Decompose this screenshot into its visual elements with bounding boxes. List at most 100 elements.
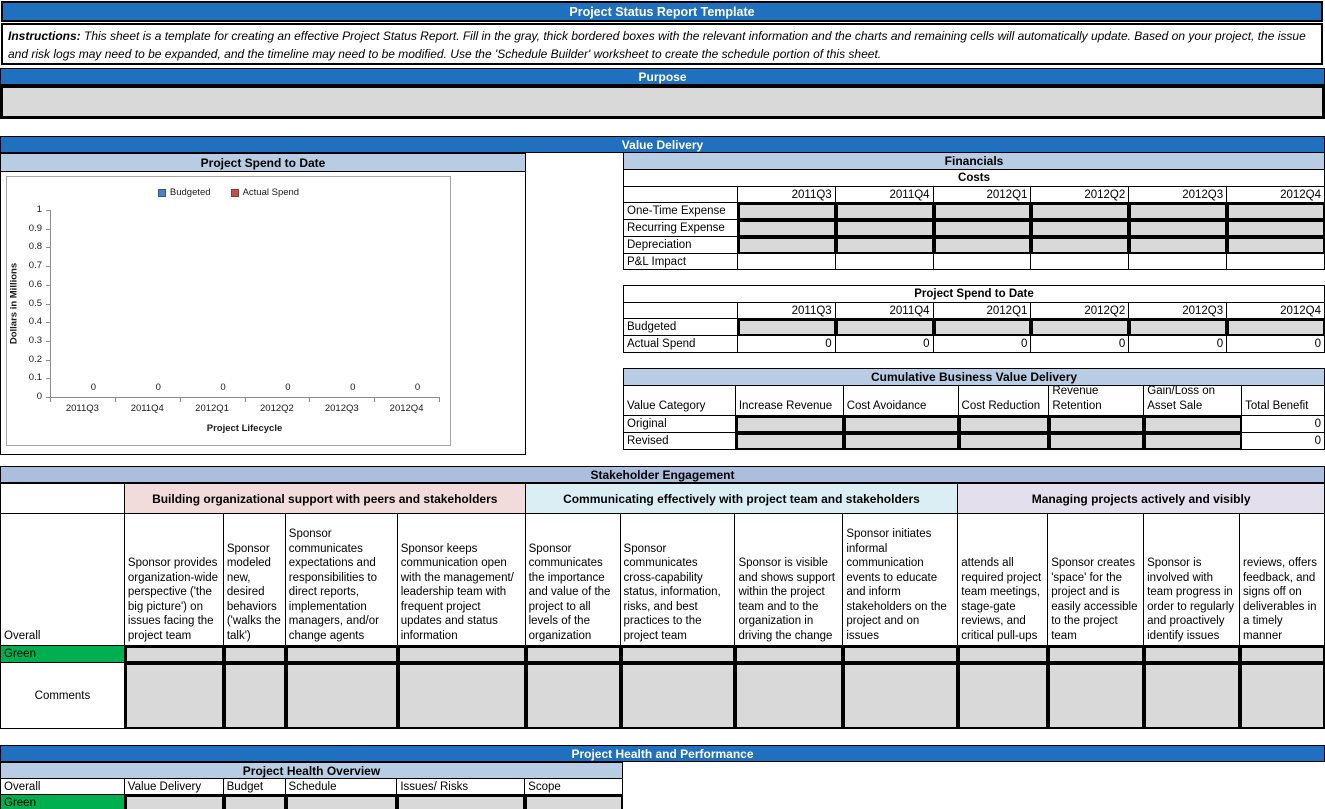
input-cell[interactable] [738, 319, 836, 336]
input-cell[interactable] [1129, 319, 1227, 336]
quarter-header-cell: 2011Q4 [836, 303, 934, 319]
input-cell[interactable] [1227, 203, 1325, 220]
input-cell[interactable] [1144, 646, 1240, 663]
spend-to-date-table: Project Spend to Date 2011Q3 2011Q4 2012… [623, 285, 1325, 353]
comment-input-cell[interactable] [1240, 663, 1325, 729]
input-cell[interactable] [959, 416, 1050, 433]
input-cell[interactable] [1129, 220, 1227, 237]
purpose-header: Purpose [0, 68, 1325, 85]
input-cell[interactable] [1049, 433, 1144, 450]
comment-input-cell[interactable] [1144, 663, 1240, 729]
input-cell[interactable] [836, 237, 934, 254]
value-cell: 0 [934, 336, 1032, 353]
input-cell[interactable] [836, 203, 934, 220]
status-badge[interactable]: Green [1, 795, 125, 809]
input-cell[interactable] [738, 237, 836, 254]
input-cell[interactable] [843, 646, 958, 663]
input-cell[interactable] [1031, 203, 1129, 220]
input-cell[interactable] [934, 220, 1032, 237]
behavior-description: Sponsor initiates informal communication… [843, 514, 958, 646]
stakeholder-table: Building organizational support with pee… [0, 483, 1325, 729]
cumulative-header: Cumulative Business Value Delivery [624, 369, 1325, 386]
input-cell[interactable] [836, 319, 934, 336]
input-cell[interactable] [1129, 203, 1227, 220]
input-cell[interactable] [125, 646, 224, 663]
column-header: Budget [224, 779, 286, 795]
corner-cell [1, 484, 125, 514]
value-cell: 0 [836, 336, 934, 353]
input-cell[interactable] [1049, 416, 1144, 433]
comment-input-cell[interactable] [526, 663, 621, 729]
behavior-description: Sponsor modeled new, desired behaviors (… [224, 514, 286, 646]
computed-cell [1031, 254, 1129, 270]
table-row: Revised 0 [624, 433, 1325, 450]
input-cell[interactable] [738, 203, 836, 220]
comment-input-cell[interactable] [621, 663, 736, 729]
input-cell[interactable] [1129, 237, 1227, 254]
y-tick-mark [46, 304, 50, 305]
input-cell[interactable] [1227, 237, 1325, 254]
input-cell[interactable] [934, 237, 1032, 254]
input-cell[interactable] [621, 646, 736, 663]
behavior-description: Sponsor creates 'space' for the project … [1048, 514, 1144, 646]
input-cell[interactable] [224, 795, 286, 809]
input-cell[interactable] [959, 433, 1050, 450]
input-cell[interactable] [286, 646, 398, 663]
input-cell[interactable] [1048, 646, 1144, 663]
input-cell[interactable] [1227, 319, 1325, 336]
quarter-header-cell: 2011Q4 [836, 187, 934, 203]
input-cell[interactable] [286, 795, 398, 809]
input-cell[interactable] [1227, 220, 1325, 237]
comment-input-cell[interactable] [958, 663, 1048, 729]
input-cell[interactable] [1031, 319, 1129, 336]
comment-input-cell[interactable] [843, 663, 958, 729]
input-cell[interactable] [958, 646, 1048, 663]
y-tick-label: 0.8 [14, 241, 42, 252]
row-label: Original [624, 416, 736, 433]
input-cell[interactable] [525, 795, 623, 809]
project-health-header: Project Health and Performance [0, 745, 1325, 762]
cumulative-value-table: Cumulative Business Value Delivery Value… [623, 368, 1325, 450]
input-cell[interactable] [736, 433, 844, 450]
input-cell[interactable] [1240, 646, 1325, 663]
input-cell[interactable] [397, 795, 525, 809]
x-category-label: 2012Q3 [310, 403, 374, 414]
input-cell[interactable] [1031, 220, 1129, 237]
comment-input-cell[interactable] [125, 663, 224, 729]
x-axis-title: Project Lifecycle [185, 423, 305, 434]
input-cell[interactable] [736, 416, 844, 433]
legend-budgeted-label: Budgeted [170, 187, 211, 198]
behavior-description: attends all required project team meetin… [958, 514, 1048, 646]
behavior-description: Sponsor provides organization-wide persp… [125, 514, 224, 646]
y-tick-label: 0 [14, 391, 42, 402]
input-cell[interactable] [735, 646, 843, 663]
input-cell[interactable] [836, 220, 934, 237]
input-cell[interactable] [1144, 433, 1242, 450]
input-cell[interactable] [738, 220, 836, 237]
budgeted-swatch-icon [158, 189, 166, 197]
computed-cell [738, 254, 836, 270]
input-cell[interactable] [844, 416, 959, 433]
input-cell[interactable] [844, 433, 959, 450]
input-cell[interactable] [934, 203, 1032, 220]
input-cell[interactable] [1144, 416, 1242, 433]
comment-input-cell[interactable] [224, 663, 286, 729]
input-cell[interactable] [224, 646, 286, 663]
input-cell[interactable] [934, 319, 1032, 336]
instructions-text: This sheet is a template for creating an… [8, 29, 1306, 61]
input-cell[interactable] [526, 646, 621, 663]
actual-spend-swatch-icon [231, 189, 239, 197]
comment-input-cell[interactable] [735, 663, 843, 729]
comment-input-cell[interactable] [398, 663, 526, 729]
y-tick-label: 0.2 [14, 354, 42, 365]
comment-input-cell[interactable] [286, 663, 398, 729]
bar-data-label: 0 [83, 382, 103, 393]
purpose-input-box[interactable] [0, 85, 1325, 119]
input-cell[interactable] [125, 795, 224, 809]
input-cell[interactable] [1031, 237, 1129, 254]
behavior-description: Sponsor is involved with team progress i… [1144, 514, 1240, 646]
input-cell[interactable] [398, 646, 526, 663]
comment-input-cell[interactable] [1048, 663, 1144, 729]
behavior-description: Sponsor communicates cross-capability st… [621, 514, 736, 646]
status-badge[interactable]: Green [1, 646, 125, 663]
